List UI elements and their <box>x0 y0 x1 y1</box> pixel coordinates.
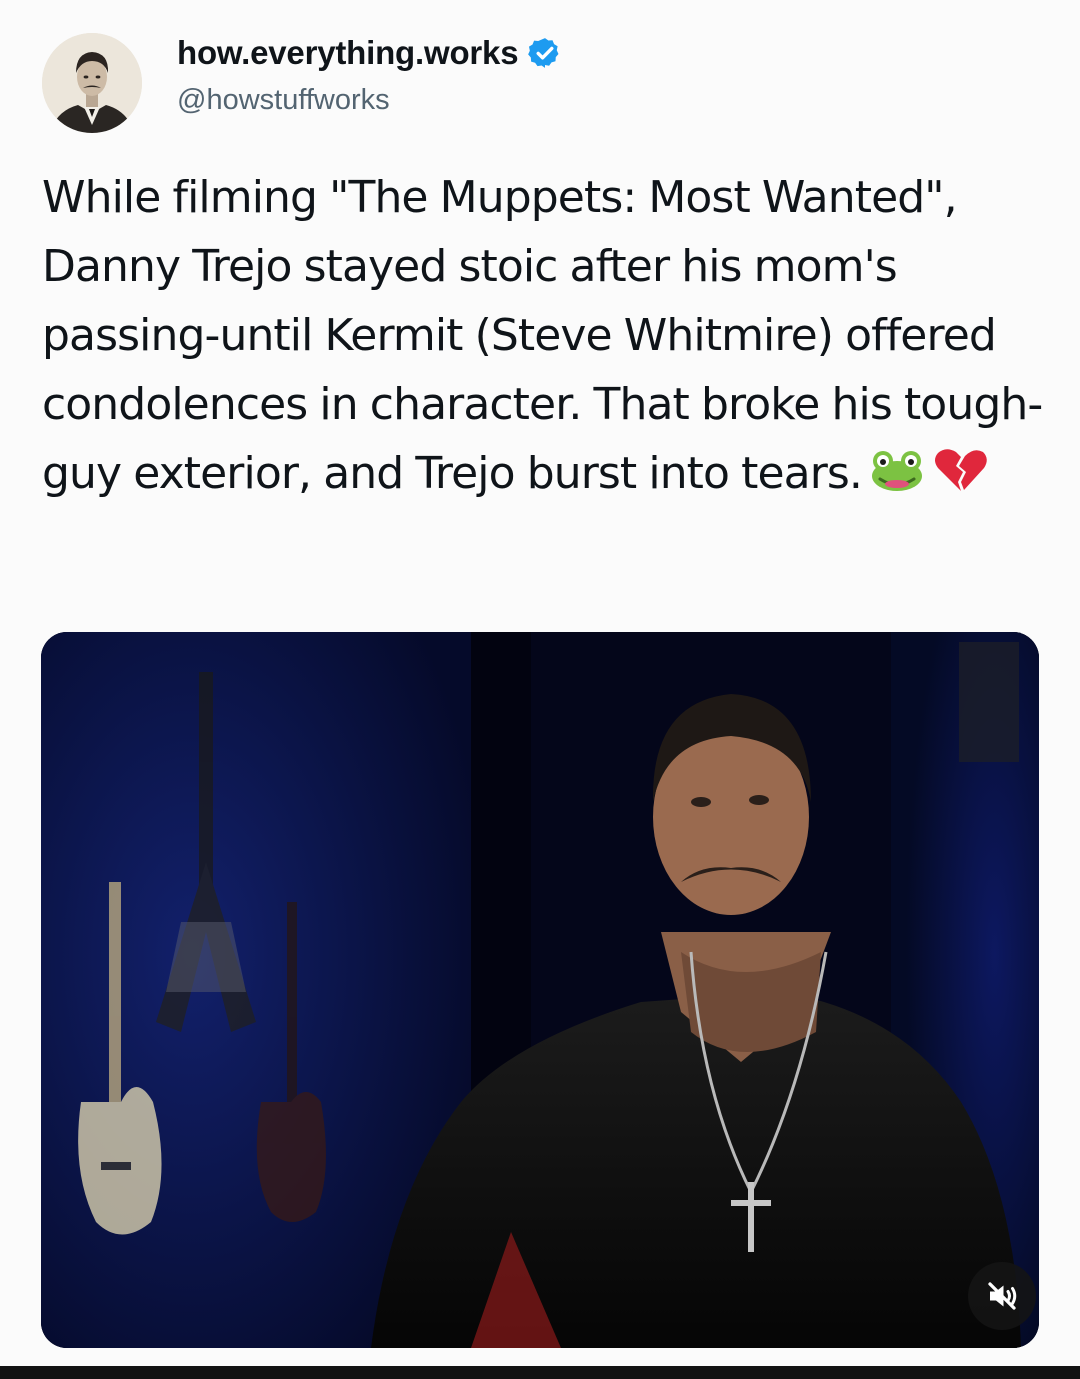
author-handle[interactable]: @howstuffworks <box>177 84 390 117</box>
video-still-image <box>41 632 1039 1348</box>
verified-badge-icon <box>528 38 559 68</box>
author-avatar[interactable] <box>42 33 142 133</box>
speaker-muted-icon <box>988 1282 1017 1310</box>
author-name-row: how.everything.works <box>177 34 562 72</box>
video-media[interactable] <box>41 632 1039 1348</box>
tweet-card: how.everything.works @howstuffworks Whil… <box>0 0 1080 1366</box>
author-display-name[interactable]: how.everything.works <box>177 34 519 72</box>
frog-emoji <box>868 446 926 494</box>
bottom-edge-bar <box>0 1366 1080 1379</box>
tweet-body: While filming "The Muppets: Most Wanted"… <box>42 163 1052 508</box>
mute-toggle-button[interactable] <box>968 1262 1036 1330</box>
broken-heart-emoji <box>932 446 990 494</box>
portrait-image <box>42 33 142 133</box>
